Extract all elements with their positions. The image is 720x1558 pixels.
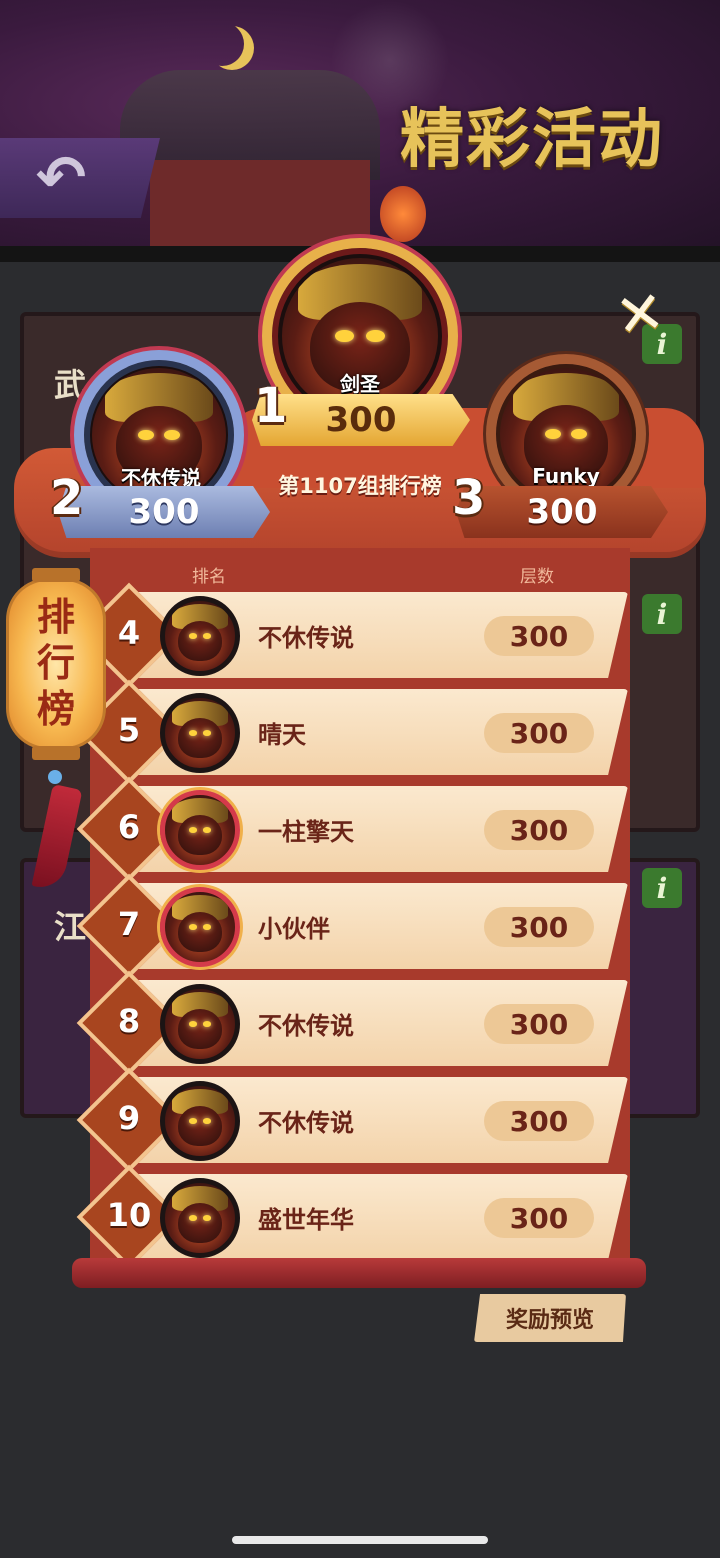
row-player-name: 晴天 xyxy=(258,721,306,749)
row-avatar[interactable] xyxy=(160,596,240,676)
info-icon[interactable]: i xyxy=(642,868,682,908)
ranking-row[interactable]: 9 不休传说 300 xyxy=(76,1067,628,1173)
group-title: 第1107组排行榜 xyxy=(278,474,442,498)
home-indicator[interactable] xyxy=(232,1536,488,1544)
third-place-score: 300 xyxy=(456,486,668,538)
close-icon[interactable]: ✕ xyxy=(608,277,671,351)
rank-column-header: 排名 xyxy=(192,567,226,587)
third-place-number: 3 xyxy=(452,470,486,526)
info-icon[interactable]: i xyxy=(642,594,682,634)
page-title: 精彩活动 xyxy=(400,103,664,177)
event-banner: 精彩活动 xyxy=(0,0,720,260)
list-header: 排名 层数 xyxy=(90,560,630,590)
row-score: 300 xyxy=(484,810,594,850)
row-rank: 10 xyxy=(106,1196,152,1234)
second-place-score: 300 xyxy=(58,486,270,538)
lantern-decoration xyxy=(380,186,426,242)
row-score: 300 xyxy=(484,1101,594,1141)
ranking-row[interactable]: 10 盛世年华 300 xyxy=(76,1164,628,1270)
ranking-row[interactable]: 8 不休传说 300 xyxy=(76,970,628,1076)
first-place-name: 剑圣 xyxy=(340,372,380,396)
third-place-name: Funky xyxy=(532,464,600,488)
row-avatar[interactable] xyxy=(160,790,240,870)
row-score: 300 xyxy=(484,1198,594,1238)
ranking-row[interactable]: 4 不休传说 300 xyxy=(76,582,628,688)
ranking-row[interactable]: 7 小伙伴 300 xyxy=(76,873,628,979)
moon-icon xyxy=(200,22,244,66)
row-avatar[interactable] xyxy=(160,693,240,773)
row-rank: 7 xyxy=(117,905,141,943)
temple-body-decoration xyxy=(150,160,370,250)
row-player-name: 不休传说 xyxy=(258,1012,354,1040)
row-player-name: 盛世年华 xyxy=(258,1206,354,1234)
row-rank: 8 xyxy=(117,1002,141,1040)
back-arrow-icon: ↶ xyxy=(36,143,87,213)
score-column-header: 层数 xyxy=(520,567,554,587)
ranking-row[interactable]: 5 晴天 300 xyxy=(76,679,628,785)
row-rank: 9 xyxy=(117,1099,141,1137)
row-player-name: 不休传说 xyxy=(258,624,354,652)
row-avatar[interactable] xyxy=(160,984,240,1064)
back-button[interactable]: ↶ xyxy=(0,138,160,218)
row-rank: 6 xyxy=(117,808,141,846)
row-score: 300 xyxy=(484,907,594,947)
row-score: 300 xyxy=(484,713,594,753)
reward-preview-button[interactable]: 奖励预览 xyxy=(474,1294,626,1342)
row-score: 300 xyxy=(484,616,594,656)
leaderboard-label: 排行榜 xyxy=(36,595,75,731)
row-player-name: 小伙伴 xyxy=(258,915,330,943)
row-avatar[interactable] xyxy=(160,887,240,967)
row-player-name: 一柱擎天 xyxy=(258,818,354,846)
row-avatar[interactable] xyxy=(160,1081,240,1161)
tassel-bead-decoration xyxy=(48,770,62,784)
first-place-number: 1 xyxy=(254,378,288,434)
row-score: 300 xyxy=(484,1004,594,1044)
leaderboard-lantern: 排行榜 xyxy=(6,568,106,760)
row-player-name: 不休传说 xyxy=(258,1109,354,1137)
second-place-number: 2 xyxy=(50,470,84,526)
list-bottom-roller xyxy=(72,1258,646,1288)
ranking-row[interactable]: 6 一柱擎天 300 xyxy=(76,776,628,882)
row-avatar[interactable] xyxy=(160,1178,240,1258)
